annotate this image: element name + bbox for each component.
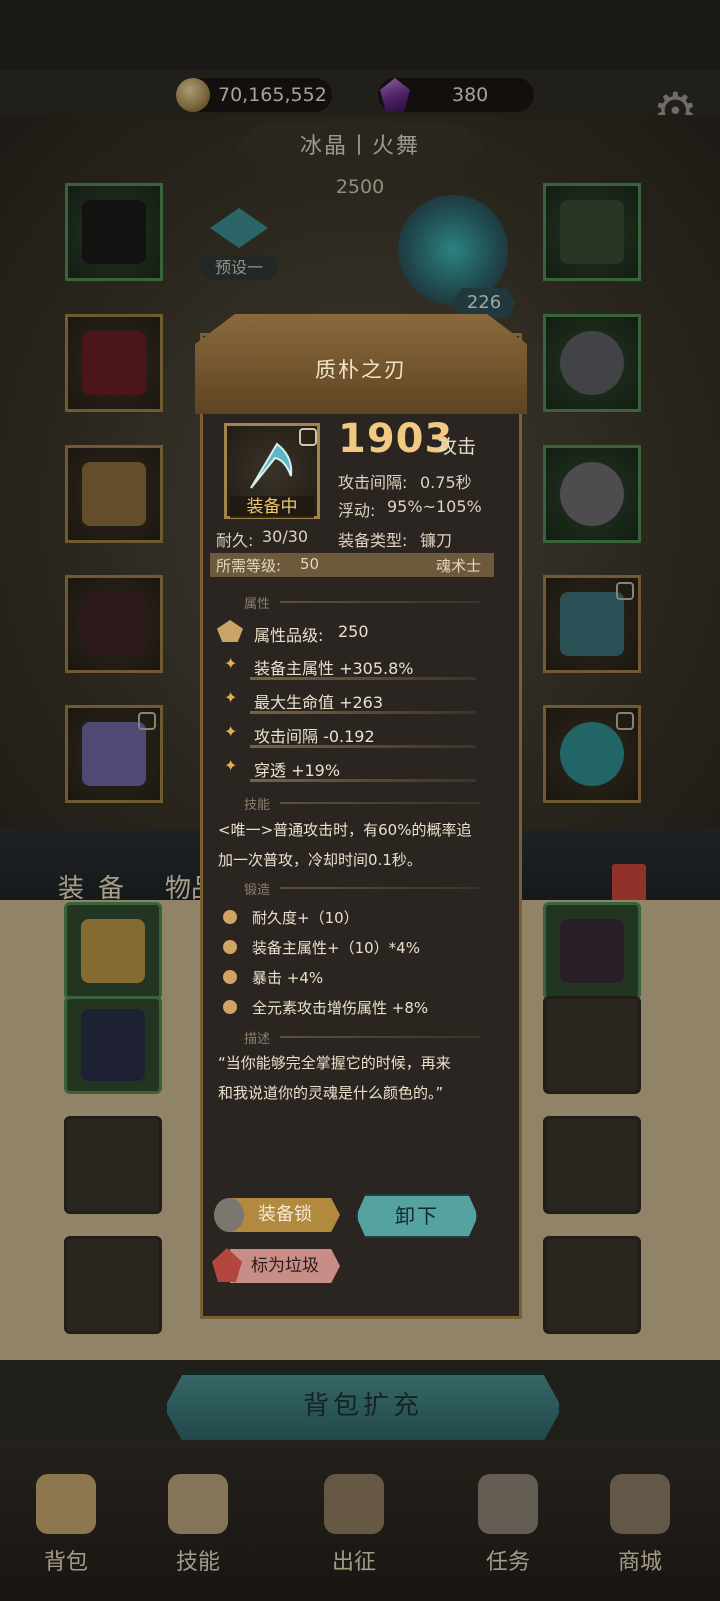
forge-dot-icon (223, 910, 237, 924)
star-icon: ✦ (224, 688, 238, 707)
forge-line: 耐久度+（10） (252, 909, 359, 927)
attack-interval-value: 0.75秒 (420, 473, 472, 492)
type-value: 镰刀 (420, 531, 453, 550)
attack-interval-label: 攻击间隔: (338, 473, 408, 492)
attack-value: 1903 (338, 416, 454, 462)
attribute-bar (250, 677, 476, 680)
section-forging: 锻造 (244, 883, 271, 898)
scythe-icon (241, 436, 301, 496)
unequip-button[interactable]: 卸下 (356, 1194, 478, 1238)
section-attributes: 属性 (244, 597, 271, 612)
attribute-quality-value: 250 (338, 622, 369, 641)
section-divider (280, 887, 480, 889)
equipped-badge: 装备中 (230, 496, 314, 518)
attribute-bar (250, 711, 476, 714)
forge-dot-icon (223, 1000, 237, 1014)
section-divider (280, 601, 480, 603)
section-divider (280, 1036, 480, 1038)
attribute-line: 装备主属性 +305.8% (254, 659, 414, 678)
item-icon-frame: 装备中 (224, 423, 320, 519)
attribute-line: 最大生命值 +263 (254, 693, 384, 712)
type-label: 装备类型: (338, 531, 408, 550)
attribute-quality-label: 属性品级: (254, 626, 324, 645)
forge-line: 暴击 +4% (252, 969, 324, 987)
mark-junk-button[interactable]: 标为垃圾 (230, 1249, 340, 1283)
star-icon: ✦ (224, 756, 238, 775)
lock-icon (299, 428, 317, 446)
attribute-line: 攻击间隔 -0.192 (254, 727, 375, 746)
forge-line: 装备主属性+（10）*4% (252, 939, 420, 957)
attribute-bar (250, 745, 476, 748)
description-line: “当你能够完全掌握它的时候，再来 (218, 1054, 451, 1072)
padlock-icon (214, 1198, 244, 1232)
attribute-line: 穿透 +19% (254, 761, 341, 780)
durability-value: 30/30 (262, 527, 309, 546)
float-label: 浮动: (338, 501, 376, 520)
required-class: 魂术士 (436, 557, 482, 575)
required-level-value: 50 (300, 555, 320, 573)
required-level-label: 所需等级: (216, 557, 282, 575)
equipment-lock-button[interactable]: 装备锁 (230, 1198, 340, 1232)
float-value: 95%~105% (387, 497, 482, 516)
section-skills: 技能 (244, 798, 271, 813)
star-icon: ✦ (224, 654, 238, 673)
forge-line: 全元素攻击增伤属性 +8% (252, 999, 429, 1017)
forge-dot-icon (223, 970, 237, 984)
star-icon: ✦ (224, 722, 238, 741)
skill-text-line: <唯一>普通攻击时，有60%的概率追 (218, 821, 472, 839)
forge-dot-icon (223, 940, 237, 954)
durability-label: 耐久: (216, 531, 254, 550)
section-description: 描述 (244, 1032, 271, 1047)
attribute-bar (250, 779, 476, 782)
description-line: 和我说道你的灵魂是什么颜色的。” (218, 1084, 444, 1102)
item-name: 质朴之刃 (315, 358, 407, 382)
section-divider (280, 802, 480, 804)
skill-text-line: 加一次普攻，冷却时间0.1秒。 (218, 851, 422, 869)
attack-label: 攻击 (438, 436, 477, 458)
